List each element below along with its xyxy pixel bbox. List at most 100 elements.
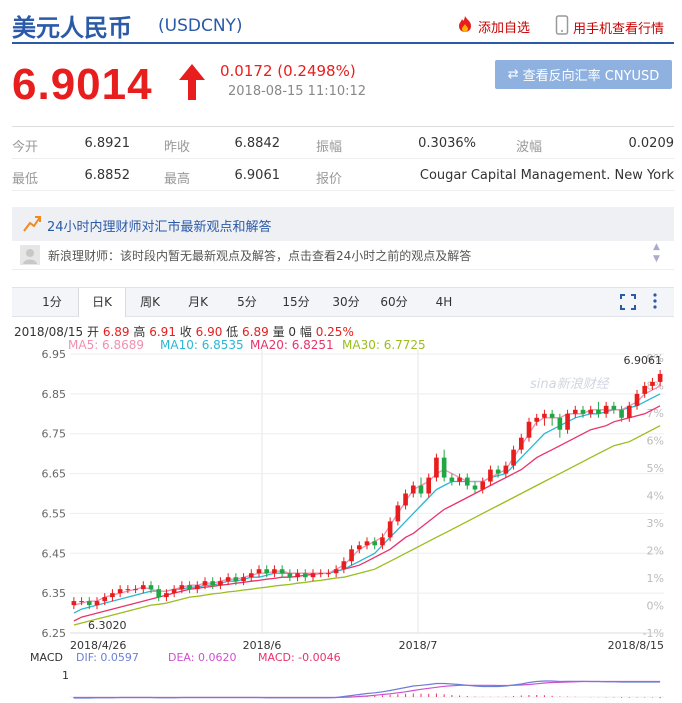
candle-body (279, 569, 285, 574)
candle-body (549, 413, 555, 418)
candle-body (295, 573, 300, 578)
candle-body (503, 465, 509, 474)
candle-body (140, 585, 146, 590)
open-value: 6.89 (102, 325, 130, 339)
tab-daily[interactable]: 日K (78, 288, 126, 317)
header-divider (12, 42, 674, 44)
candle-body (194, 585, 200, 590)
scroll-arrows-icon[interactable]: ▲ ▼ (653, 241, 660, 265)
tab-5min[interactable]: 5分 (227, 288, 267, 316)
min-price-label: 6.3020 (88, 619, 127, 632)
volume-label: 量 (272, 325, 285, 339)
candle-body (626, 405, 632, 418)
candle-body (650, 381, 655, 386)
stat-value: 0.3036% (418, 136, 476, 151)
y-tick-label: 6.45 (42, 547, 67, 560)
candle-body (71, 601, 77, 606)
candle-body (156, 589, 162, 598)
stat-label: 最高 (164, 172, 191, 187)
candle-body (441, 457, 447, 478)
candle-body (657, 373, 663, 382)
candle-body (202, 581, 208, 586)
add-favorite-button[interactable]: 添加自选 (456, 15, 530, 37)
tab-1min[interactable]: 1分 (32, 288, 72, 316)
phone-icon (555, 15, 569, 39)
candle-body (580, 409, 586, 414)
candle-body (233, 577, 239, 582)
stat-label: 报价 (316, 172, 343, 187)
candlestick-chart[interactable]: 6.956.856.756.656.556.456.356.259%8%7%6%… (0, 350, 682, 703)
period-tabs: 1分 日K 周K 月K 5分 15分 30分 60分 4H (12, 287, 674, 317)
more-menu-icon[interactable] (652, 292, 658, 314)
symbol-code: (USDCNY) (158, 16, 243, 36)
candle-body (356, 545, 362, 550)
candle-body (210, 581, 216, 586)
reverse-rate-button[interactable]: ⇄ 查看反向汇率 CNYUSD (495, 60, 672, 89)
candle-body (86, 601, 92, 606)
candle-body (472, 485, 478, 490)
quote-timestamp: 2018-08-15 11:10:12 (228, 84, 367, 99)
tab-4h[interactable]: 4H (424, 288, 464, 316)
candle-body (349, 549, 354, 562)
candle-body (457, 477, 462, 482)
pct-tick-label: 0% (647, 600, 664, 613)
news-item[interactable]: 新浪理财师：该时段内暂无最新观点及解答，点击查看24小时之前的观点及解答 ▲ ▼ (12, 241, 674, 270)
candle-body (326, 573, 331, 575)
candle-body (241, 577, 246, 582)
x-tick-label: 2018/7 (399, 639, 438, 652)
candle-body (218, 581, 223, 586)
y-tick-label: 6.55 (42, 507, 67, 520)
high-value: 6.91 (149, 325, 176, 339)
low-value: 6.89 (242, 325, 269, 339)
candle-body (380, 537, 385, 546)
candle-body (302, 573, 308, 578)
stat-value: 6.9061 (234, 168, 281, 183)
candle-body (464, 477, 470, 486)
tab-30min[interactable]: 30分 (326, 288, 366, 316)
candle-body (426, 477, 432, 494)
amplitude-label: 幅 (299, 325, 312, 339)
mobile-view-button[interactable]: 用手机查看行情 (555, 15, 664, 39)
close-label: 收 (179, 325, 192, 339)
candle-body (333, 569, 339, 574)
stat-value: 0.0209 (628, 136, 675, 151)
stat-label: 振幅 (316, 140, 343, 155)
candle-body (110, 593, 115, 598)
stat-value: 6.8842 (234, 136, 281, 151)
news-header-bar[interactable]: 24小时内理财师对汇市最新观点和解答 (12, 207, 674, 241)
candle-body (634, 393, 640, 406)
price-change: 0.0172 (0.2498%) (220, 62, 356, 80)
pct-tick-label: 6% (647, 435, 664, 448)
y-tick-label: 6.65 (42, 468, 67, 481)
candle-body (94, 601, 100, 606)
max-price-label: 6.9061 (624, 354, 663, 367)
fullscreen-icon[interactable] (620, 294, 636, 314)
candle-body (79, 601, 84, 603)
trend-arrow-icon (22, 214, 42, 238)
candle-body (403, 493, 408, 506)
candle-body (588, 409, 594, 414)
tab-monthly[interactable]: 月K (178, 288, 218, 316)
stat-value: 6.8852 (84, 168, 131, 183)
tab-15min[interactable]: 15分 (276, 288, 316, 316)
candle-body (364, 541, 370, 546)
pct-tick-label: 1% (647, 572, 664, 585)
tab-60min[interactable]: 60分 (374, 288, 414, 316)
macd-value-label: MACD: -0.0046 (258, 651, 341, 664)
y-tick-label: 6.85 (42, 388, 67, 401)
candle-body (125, 589, 131, 591)
low-label: 低 (226, 325, 239, 339)
pct-tick-label: 3% (647, 517, 664, 530)
tab-weekly[interactable]: 周K (130, 288, 170, 316)
candle-body (264, 569, 270, 574)
candle-body (642, 385, 648, 394)
y-tick-label: 6.25 (42, 627, 67, 640)
swap-icon: ⇄ (507, 67, 519, 82)
news-message: 新浪理财师：该时段内暂无最新观点及解答，点击查看24小时之前的观点及解答 (48, 249, 472, 263)
stats-divider (12, 126, 674, 127)
candle-body (341, 561, 347, 570)
candle-body (542, 413, 547, 418)
candle-body (187, 585, 192, 590)
candle-body (495, 469, 501, 474)
macd-dif-label: DIF: 0.0597 (76, 651, 139, 664)
